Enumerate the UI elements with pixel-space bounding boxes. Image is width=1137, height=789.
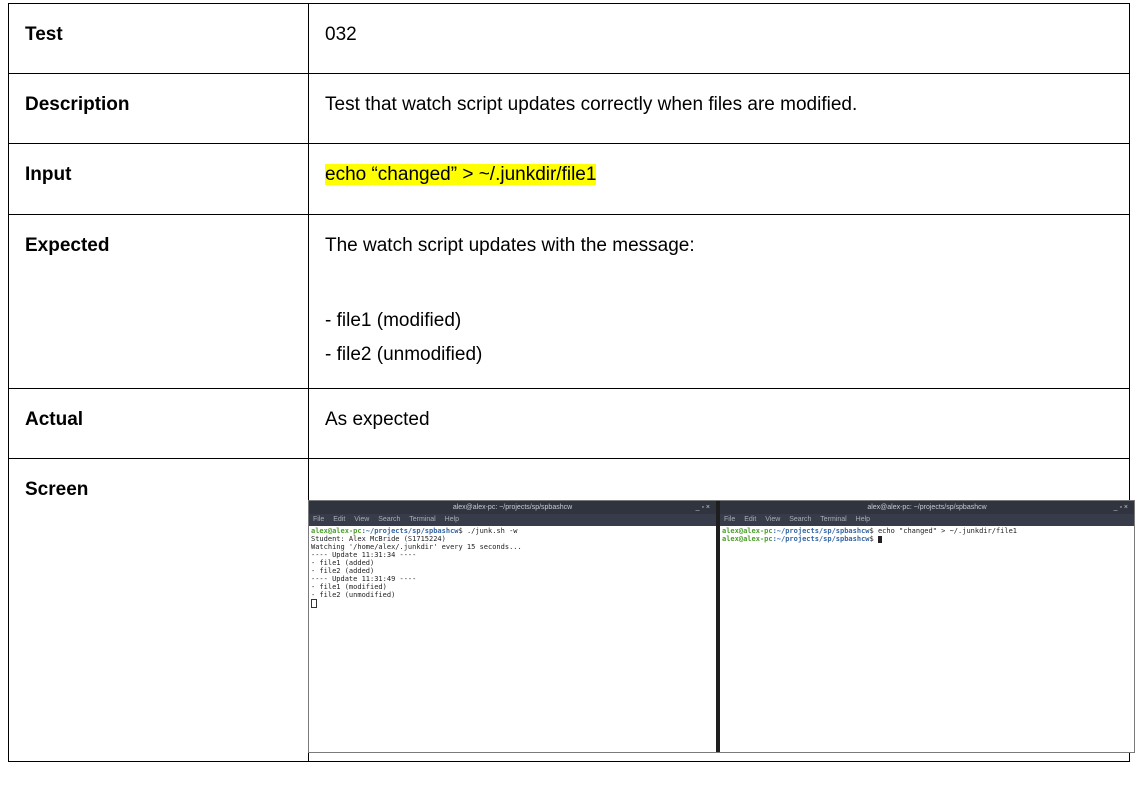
test-label: Test xyxy=(8,3,309,74)
input-cell: echo “changed” > ~/.junkdir/file1 xyxy=(308,143,1130,215)
terminal-line: - file1 (modified) xyxy=(311,583,387,591)
terminal-window-right: alex@alex-pc: ~/projects/sp/spbashcw _ ▫… xyxy=(720,501,1134,752)
description-label: Description xyxy=(8,73,309,144)
test-number: 032 xyxy=(308,3,1130,74)
menu-edit: Edit xyxy=(333,516,346,523)
terminal-line: - file2 (unmodified) xyxy=(311,591,396,599)
command-text: $ ./junk.sh -w xyxy=(458,527,518,535)
expected-gap xyxy=(325,258,1115,304)
cursor-icon xyxy=(877,535,882,543)
prompt-user: alex@alex-pc xyxy=(311,527,362,535)
screen-label: Screen xyxy=(8,458,309,762)
command-text: $ xyxy=(869,535,878,543)
terminal-titlebar: alex@alex-pc: ~/projects/sp/spbashcw _ ▫… xyxy=(720,501,1134,514)
input-label: Input xyxy=(8,143,309,215)
input-value: echo “changed” > ~/.junkdir/file1 xyxy=(325,164,597,185)
command-text: $ echo "changed" > ~/.junkdir/file1 xyxy=(869,527,1018,535)
menu-file: File xyxy=(313,516,325,523)
menu-search: Search xyxy=(378,516,401,523)
terminal-menubar: File Edit View Search Terminal Help xyxy=(309,514,716,526)
menu-help: Help xyxy=(855,516,871,523)
terminal-output: alex@alex-pc:~/projects/sp/spbashcw$ ./j… xyxy=(309,526,716,752)
terminal-title: alex@alex-pc: ~/projects/sp/spbashcw xyxy=(452,504,573,511)
row-description: Description Test that watch script updat… xyxy=(8,73,1130,144)
prompt-user: alex@alex-pc xyxy=(722,527,773,535)
menu-terminal: Terminal xyxy=(409,516,436,523)
prompt-path: :~/projects/sp/spbashcw xyxy=(772,527,870,535)
terminal-screenshot: alex@alex-pc: ~/projects/sp/spbashcw _ ▫… xyxy=(308,500,1135,753)
terminal-line: Watching '/home/alex/.junkdir' every 15 … xyxy=(311,543,522,551)
description-value: Test that watch script updates correctly… xyxy=(308,73,1130,144)
terminal-line: ---- Update 11:31:49 ---- xyxy=(311,575,417,583)
expected-cell: The watch script updates with the messag… xyxy=(308,214,1130,389)
terminal-window-left: alex@alex-pc: ~/projects/sp/spbashcw _ ▫… xyxy=(309,501,716,752)
row-input: Input echo “changed” > ~/.junkdir/file1 xyxy=(8,143,1130,215)
prompt-user: alex@alex-pc xyxy=(722,535,773,543)
terminal-line: - file1 (added) xyxy=(311,559,375,567)
expected-list: - file1 (modified) - file2 (unmodified) xyxy=(325,304,1115,372)
expected-intro: The watch script updates with the messag… xyxy=(325,235,695,256)
cursor-icon xyxy=(311,599,317,608)
row-test: Test 032 xyxy=(8,3,1130,74)
terminal-title: alex@alex-pc: ~/projects/sp/spbashcw xyxy=(867,504,987,511)
menu-edit: Edit xyxy=(744,516,757,523)
terminal-output: alex@alex-pc:~/projects/sp/spbashcw$ ech… xyxy=(720,526,1134,752)
menu-terminal: Terminal xyxy=(820,516,847,523)
terminal-line: alex@alex-pc:~/projects/sp/spbashcw$ ./j… xyxy=(311,527,714,535)
menu-view: View xyxy=(765,516,781,523)
menu-file: File xyxy=(724,516,736,523)
menu-help: Help xyxy=(444,516,460,523)
terminal-line: - file2 (added) xyxy=(311,567,375,575)
actual-label: Actual xyxy=(8,388,309,459)
terminal-titlebar: alex@alex-pc: ~/projects/sp/spbashcw _ ▫… xyxy=(309,501,716,514)
terminal-line xyxy=(311,599,714,608)
window-controls-icon: _ ▫ × xyxy=(695,504,710,511)
actual-value: As expected xyxy=(308,388,1130,459)
terminal-menubar: File Edit View Search Terminal Help xyxy=(720,514,1134,526)
expected-label: Expected xyxy=(8,214,309,389)
expected-line: - file1 (modified) xyxy=(325,310,462,331)
window-controls-icon: _ ▫ × xyxy=(1113,504,1128,511)
row-expected: Expected The watch script updates with t… xyxy=(8,214,1130,389)
prompt-path: :~/projects/sp/spbashcw xyxy=(361,527,459,535)
prompt-path: :~/projects/sp/spbashcw xyxy=(772,535,870,543)
menu-view: View xyxy=(354,516,370,523)
terminal-line: alex@alex-pc:~/projects/sp/spbashcw$ ech… xyxy=(722,527,1132,535)
terminal-line: Student: Alex McBride (S1715224) xyxy=(311,535,446,543)
menu-search: Search xyxy=(789,516,812,523)
terminal-line: alex@alex-pc:~/projects/sp/spbashcw$ xyxy=(722,535,1132,543)
terminal-line: ---- Update 11:31:34 ---- xyxy=(311,551,417,559)
expected-line: - file2 (unmodified) xyxy=(325,344,483,365)
row-actual: Actual As expected xyxy=(8,388,1130,459)
